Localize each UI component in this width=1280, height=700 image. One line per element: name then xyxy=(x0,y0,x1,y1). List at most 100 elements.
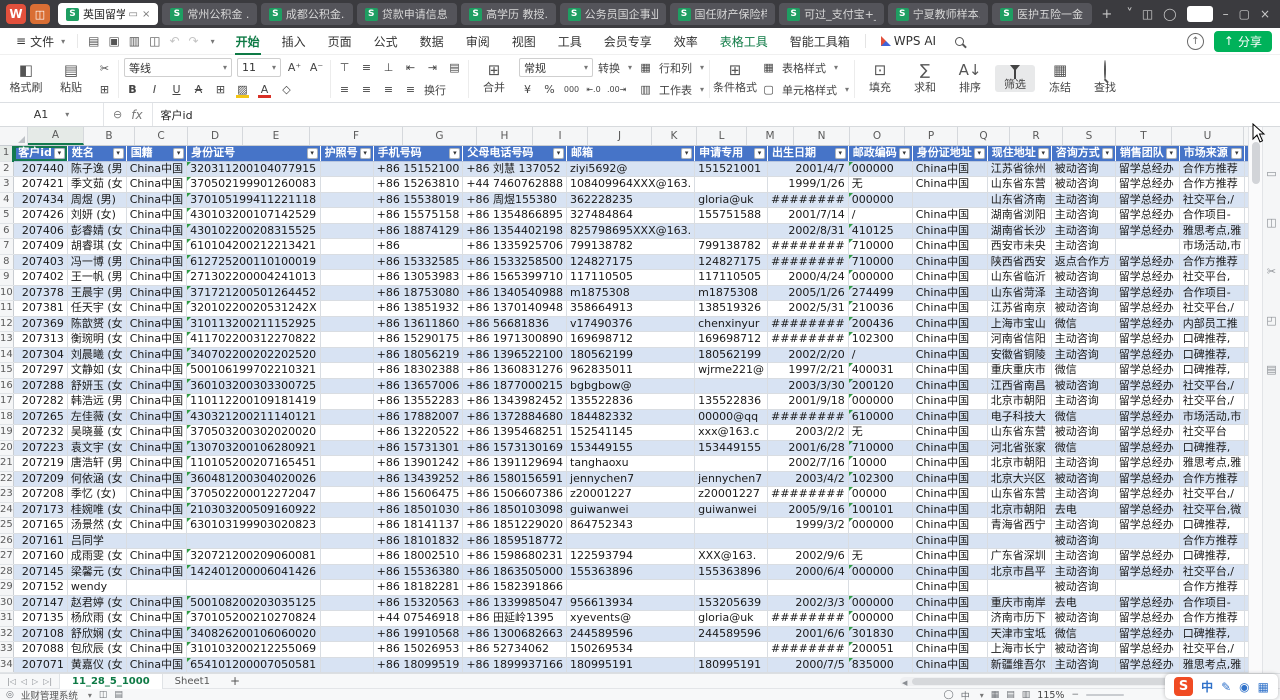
cell[interactable]: 留学总经办 xyxy=(1115,409,1179,425)
cell[interactable] xyxy=(848,580,912,596)
sogou-logo[interactable]: S xyxy=(1174,677,1193,696)
table-header-cell[interactable]: 现住地址▾ xyxy=(987,146,1051,161)
cell[interactable]: 湖南省浏阳 xyxy=(987,208,1051,224)
file-tab[interactable]: S贷款申请信息.xlsx xyxy=(357,3,457,25)
cell[interactable]: 被动咨询 xyxy=(1051,533,1115,549)
cell[interactable]: China中国 xyxy=(912,239,987,255)
align-top-button[interactable]: ⊤ xyxy=(336,59,353,76)
cell[interactable]: 主动咨询 xyxy=(1051,487,1115,503)
cell[interactable]: 口碑推荐, xyxy=(1179,518,1245,534)
cell[interactable]: 社交平台,/ xyxy=(1179,564,1245,580)
cell[interactable]: 舒欣娴 (女 xyxy=(67,626,126,642)
cell[interactable]: 合作方推荐 xyxy=(1179,471,1245,487)
table-header-cell[interactable]: 父母电话号码▾ xyxy=(463,146,567,161)
cell[interactable]: +86 1360831276 xyxy=(463,363,567,379)
cell[interactable]: 210036 xyxy=(848,301,912,317)
table-header-cell[interactable]: 客户id▾ xyxy=(13,146,67,161)
cell[interactable]: 207313 xyxy=(13,332,67,348)
cell[interactable]: +86 56681836 xyxy=(463,316,567,332)
cell[interactable]: 135522836 xyxy=(695,394,768,410)
cell[interactable]: +86 15263810 xyxy=(373,177,463,193)
cell[interactable]: 207209 xyxy=(13,471,67,487)
cell[interactable]: bgbgbow@ xyxy=(567,378,695,394)
status-icon-2[interactable]: ▤ xyxy=(114,690,123,700)
cell[interactable]: ######## xyxy=(768,487,849,503)
cell[interactable]: jennychen7 xyxy=(695,471,768,487)
row-number[interactable]: 7 xyxy=(0,239,13,255)
cell[interactable]: 320311200104077915 xyxy=(187,161,321,177)
cell[interactable]: China中国 xyxy=(126,456,186,472)
cell[interactable]: China中国 xyxy=(912,440,987,456)
cell[interactable] xyxy=(1115,533,1179,549)
cell[interactable]: 吴晓蔓 (女 xyxy=(67,425,126,441)
cell[interactable]: ######## xyxy=(768,409,849,425)
cell[interactable]: 无 xyxy=(848,549,912,565)
cell[interactable] xyxy=(320,471,373,487)
align-bottom-button[interactable]: ⊥ xyxy=(380,59,397,76)
cell[interactable]: ######## xyxy=(768,611,849,627)
cell[interactable] xyxy=(126,533,186,549)
cell[interactable]: 207160 xyxy=(13,549,67,565)
sheet-tab[interactable]: 11_28_5_1000 xyxy=(59,674,163,689)
cell[interactable]: 留学总经办 xyxy=(1115,347,1179,363)
column-header-I[interactable]: I xyxy=(533,127,588,145)
find-button[interactable]: 查找 xyxy=(1085,62,1125,95)
cell[interactable]: 610104200212213421 xyxy=(187,673,321,674)
cell[interactable]: +86 13901242 xyxy=(373,456,463,472)
cell[interactable]: 社交平台,/ xyxy=(1179,394,1245,410)
column-header-E[interactable]: E xyxy=(243,127,310,145)
cell[interactable]: 610104200212213421 xyxy=(187,239,321,255)
name-box[interactable]: A1 ▾ xyxy=(0,103,104,126)
cell[interactable]: gloria@uk xyxy=(695,611,768,627)
cell[interactable]: 108409964XXX@163. xyxy=(567,177,695,193)
cell[interactable]: 102300 xyxy=(848,332,912,348)
vertical-scroll-thumb[interactable] xyxy=(1252,142,1260,184)
cell[interactable]: 2001/9/18 xyxy=(768,394,849,410)
upload-icon[interactable]: ↑ xyxy=(1187,33,1204,50)
cell[interactable]: 主动咨询 xyxy=(1051,239,1115,255)
cell[interactable]: 合作方推荐 xyxy=(1179,611,1245,627)
cell[interactable] xyxy=(320,657,373,673)
cell[interactable]: +86 15320563 xyxy=(373,595,463,611)
cell[interactable]: 市场活动,市 xyxy=(1179,239,1245,255)
cell[interactable]: 留学总经办 xyxy=(1115,502,1179,518)
cell[interactable]: +86 1391129694 xyxy=(463,456,567,472)
filter-dropdown-icon[interactable]: ▾ xyxy=(54,148,65,159)
row-number[interactable]: 28 xyxy=(0,564,13,580)
cell[interactable]: China中国 xyxy=(126,642,186,658)
cell[interactable] xyxy=(320,363,373,379)
cell[interactable]: 济南市历下 xyxy=(987,611,1051,627)
cell[interactable]: 370502200012272047 xyxy=(187,487,321,503)
cell[interactable]: 青海省西宁 xyxy=(987,518,1051,534)
cell[interactable]: 包欣辰 (女 xyxy=(67,642,126,658)
cell[interactable]: 117110505 xyxy=(695,270,768,286)
filter-dropdown-icon[interactable]: ▾ xyxy=(307,148,318,159)
cell[interactable]: XXX@163. xyxy=(695,549,768,565)
cell[interactable]: 湖南省长沙 xyxy=(987,223,1051,239)
menu-tab[interactable]: 效率 xyxy=(663,29,709,54)
menu-tab[interactable]: 智能工具箱 xyxy=(779,29,861,54)
column-header-U[interactable]: U xyxy=(1172,127,1244,145)
cell[interactable]: China中国 xyxy=(126,239,186,255)
cell[interactable] xyxy=(320,223,373,239)
cancel-icon[interactable]: ⊖ xyxy=(113,108,122,121)
cell[interactable]: 微信 xyxy=(1051,409,1115,425)
cell[interactable]: +86 1372884680 xyxy=(463,409,567,425)
cell[interactable]: 社交平台, xyxy=(1179,270,1245,286)
cell[interactable]: 被动咨询 xyxy=(1051,425,1115,441)
cell[interactable]: 142401200006041426 xyxy=(187,564,321,580)
column-header-B[interactable]: B xyxy=(84,127,135,145)
column-header-M[interactable]: M xyxy=(747,127,794,145)
cell[interactable]: 122593794 xyxy=(567,549,695,565)
cell[interactable]: +86 1899937166 xyxy=(463,657,567,673)
cell[interactable]: China中国 xyxy=(126,595,186,611)
cell[interactable]: 天津市宝坻 xyxy=(987,626,1051,642)
menu-tab[interactable]: 工具 xyxy=(547,29,593,54)
cell[interactable]: 2002/9/6 xyxy=(768,549,849,565)
cell[interactable]: / xyxy=(848,208,912,224)
cell[interactable]: 430103200107142529 xyxy=(187,208,321,224)
cell[interactable]: 100101 xyxy=(848,502,912,518)
cell[interactable]: 207219 xyxy=(13,456,67,472)
menu-tab[interactable]: 视图 xyxy=(501,29,547,54)
cell[interactable]: 何依涵 (女 xyxy=(67,471,126,487)
